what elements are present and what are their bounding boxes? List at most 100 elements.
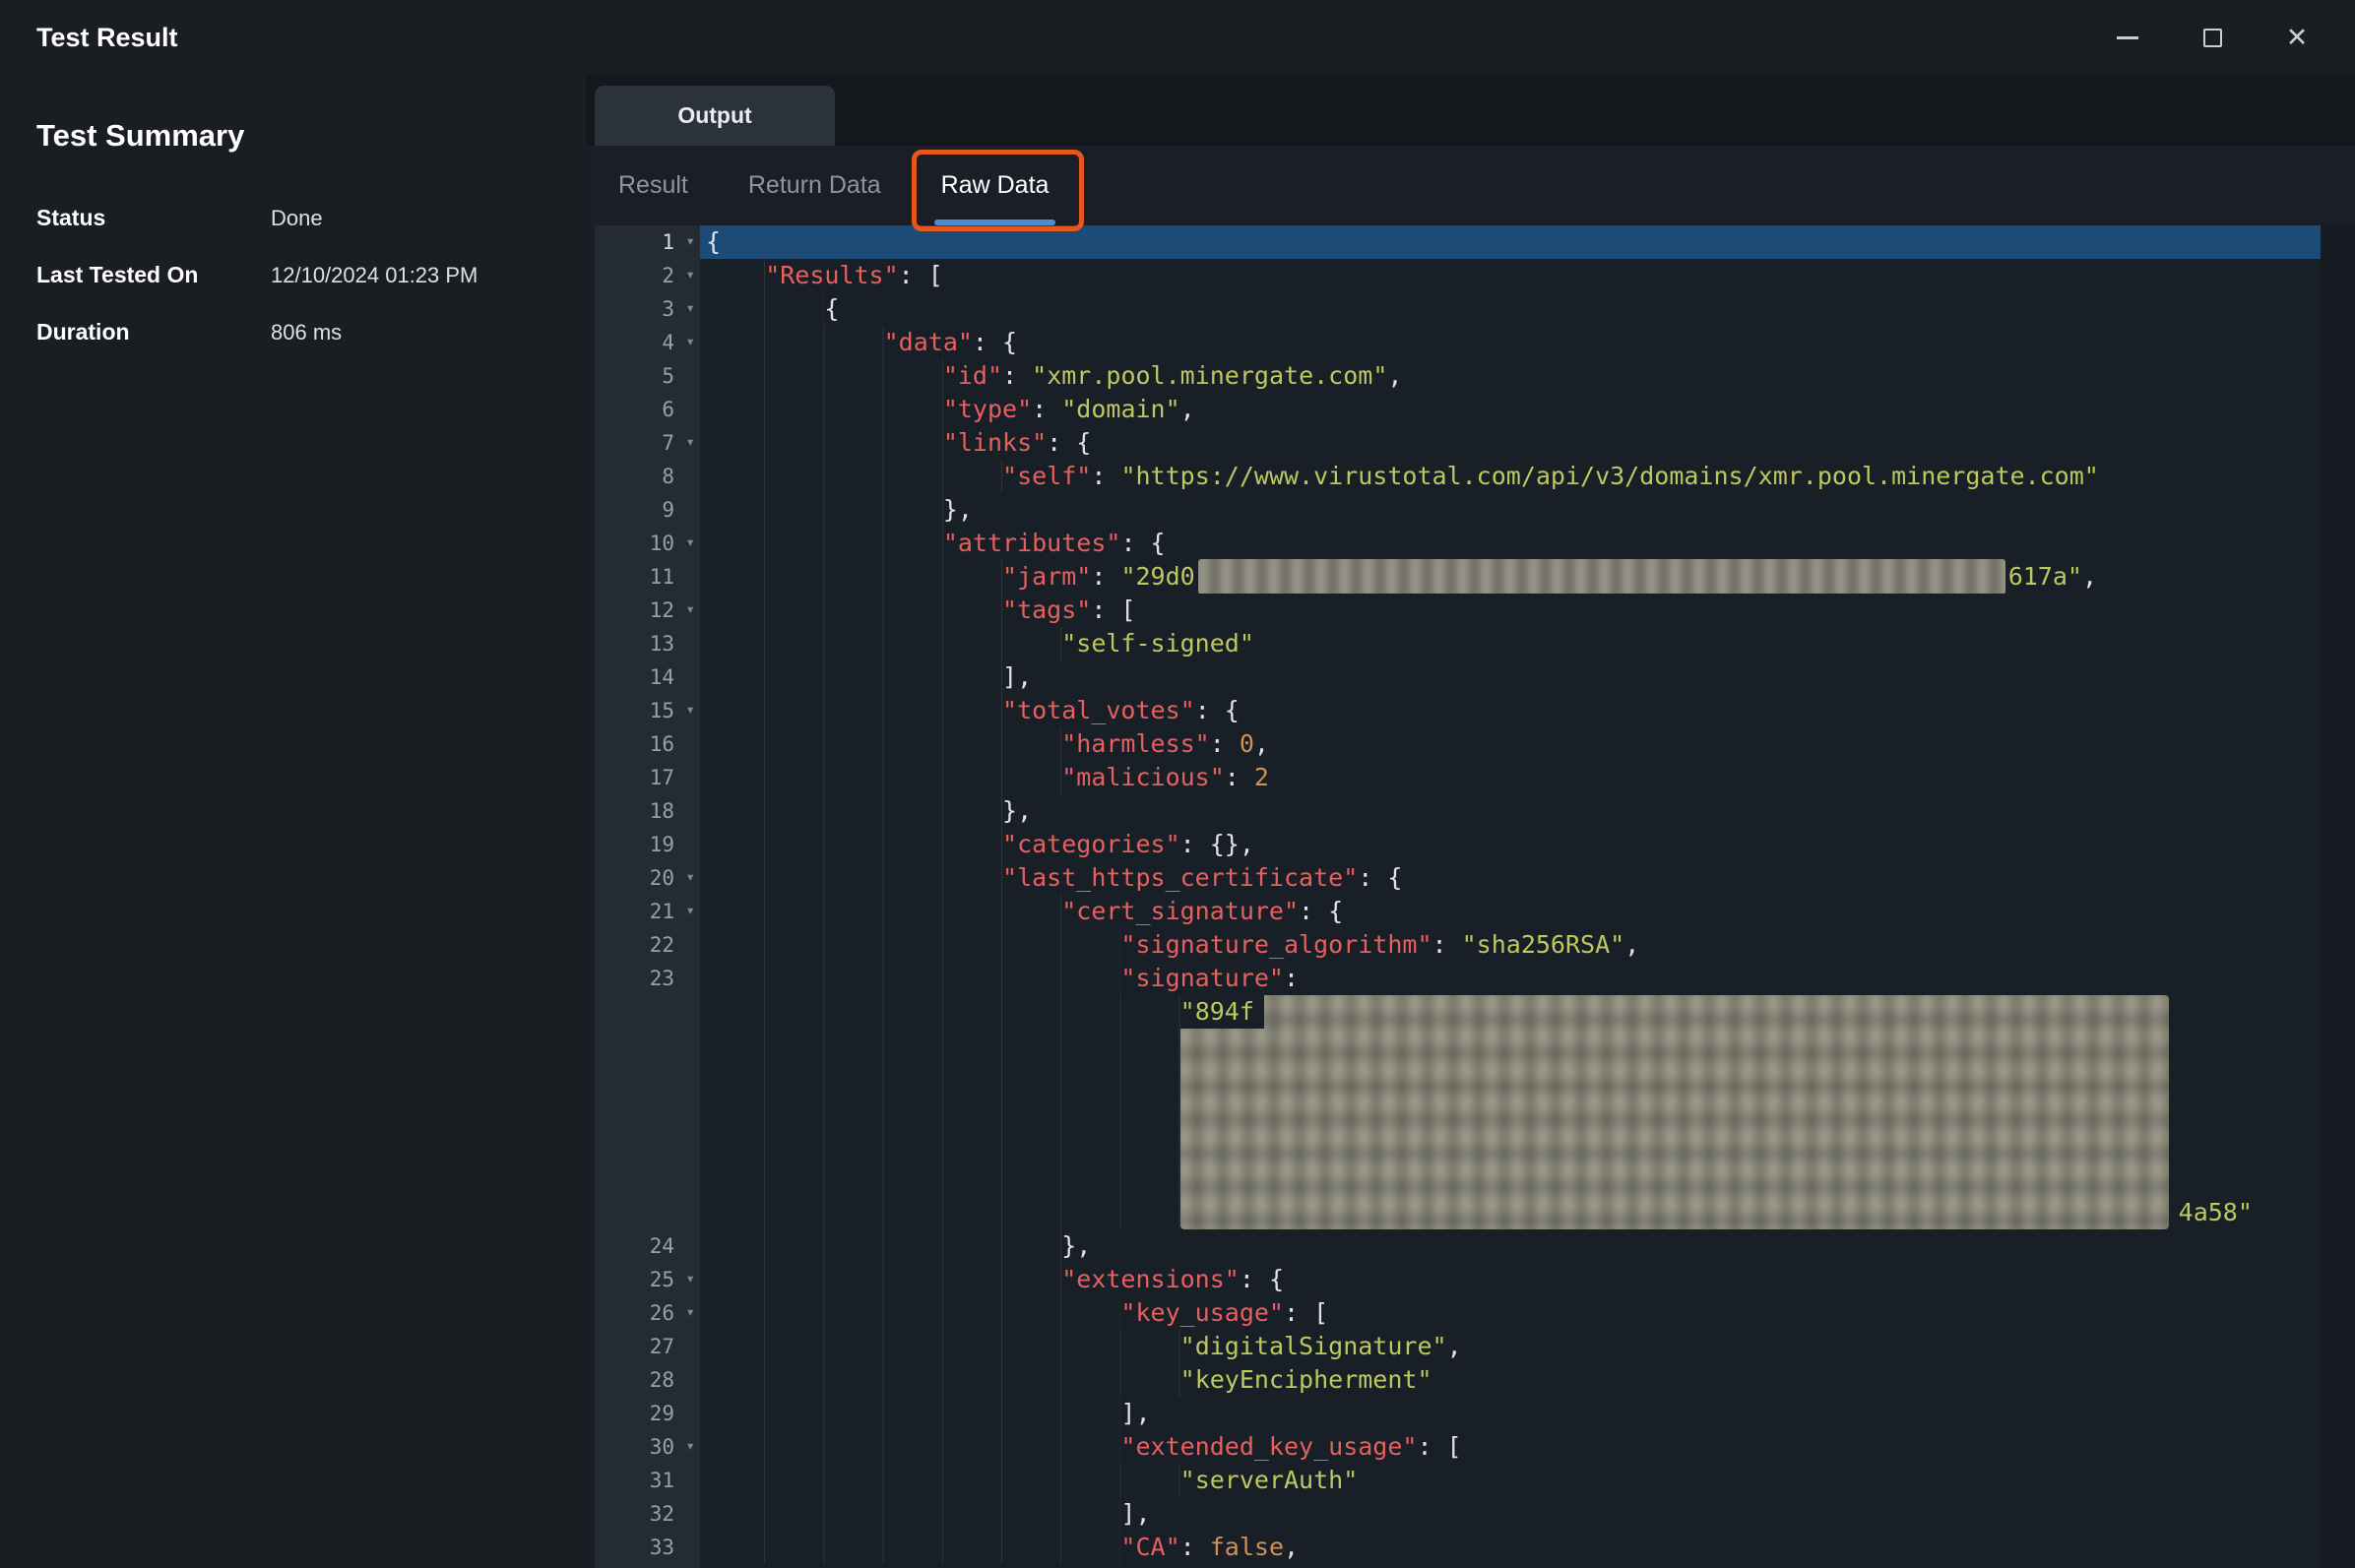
line-number: 16 xyxy=(650,727,674,761)
code-line[interactable]: 9}, xyxy=(595,493,2321,527)
code-line[interactable]: 5"id": "xmr.pool.minergate.com", xyxy=(595,359,2321,393)
subtab-raw-data[interactable]: Raw Data xyxy=(938,146,1052,225)
code-line[interactable]: 20▾"last_https_certificate": { xyxy=(595,861,2321,895)
indent-guides xyxy=(706,1430,1120,1464)
code-content[interactable]: "links": { xyxy=(700,426,2321,460)
subtab-return-data[interactable]: Return Data xyxy=(745,146,884,225)
code-content[interactable]: "categories": {}, xyxy=(700,828,2321,861)
code-line[interactable]: 21▾"cert_signature": { xyxy=(595,895,2321,928)
code-content[interactable]: "894f4a58" xyxy=(700,995,2321,1229)
code-content[interactable]: "digitalSignature", xyxy=(700,1330,2321,1363)
code-line[interactable]: 22"signature_algorithm": "sha256RSA", xyxy=(595,928,2321,962)
code-line[interactable]: 26▾"key_usage": [ xyxy=(595,1296,2321,1330)
code-content[interactable]: "CA": false, xyxy=(700,1531,2321,1564)
token: "key_usage" xyxy=(1120,1298,1284,1327)
token: "29d0 xyxy=(1120,562,1194,591)
code-line[interactable]: 18}, xyxy=(595,794,2321,828)
fold-toggle-icon[interactable]: ▾ xyxy=(685,325,695,358)
code-line[interactable]: 15▾"total_votes": { xyxy=(595,694,2321,727)
gutter-cell xyxy=(595,995,700,1229)
code-line[interactable]: 31"serverAuth" xyxy=(595,1464,2321,1497)
code-content[interactable]: "data": { xyxy=(700,326,2321,359)
code-content[interactable]: "tags": [ xyxy=(700,594,2321,627)
fold-toggle-icon[interactable]: ▾ xyxy=(685,1262,695,1295)
fold-toggle-icon[interactable]: ▾ xyxy=(685,693,695,726)
code-content[interactable]: "serverAuth" xyxy=(700,1464,2321,1497)
subtab-result[interactable]: Result xyxy=(615,146,691,225)
fold-toggle-icon[interactable]: ▾ xyxy=(685,593,695,626)
line-number: 1 xyxy=(662,225,674,259)
code-line[interactable]: 11"jarm": "29d0617a", xyxy=(595,560,2321,594)
code-content[interactable]: "type": "domain", xyxy=(700,393,2321,426)
code-content[interactable]: "id": "xmr.pool.minergate.com", xyxy=(700,359,2321,393)
code-content[interactable]: "key_usage": [ xyxy=(700,1296,2321,1330)
code-line[interactable]: 25▾"extensions": { xyxy=(595,1263,2321,1296)
code-line[interactable]: 16 "harmless": 0, xyxy=(595,727,2321,761)
code-content[interactable]: "extensions": { xyxy=(700,1263,2321,1296)
token: : { xyxy=(1195,696,1240,724)
fold-toggle-icon[interactable]: ▾ xyxy=(685,425,695,459)
maximize-button[interactable] xyxy=(2197,23,2227,52)
code-content[interactable]: ], xyxy=(700,1397,2321,1430)
code-line[interactable]: 32], xyxy=(595,1497,2321,1531)
code-line[interactable]: 14], xyxy=(595,660,2321,694)
token: : [ xyxy=(1417,1432,1461,1461)
code-content[interactable]: "last_https_certificate": { xyxy=(700,861,2321,895)
code-content[interactable]: }, xyxy=(700,1229,2321,1263)
fold-toggle-icon[interactable]: ▾ xyxy=(685,224,695,258)
editor-scrollbar-track[interactable] xyxy=(2321,225,2355,1568)
code-content[interactable]: "keyEncipherment" xyxy=(700,1363,2321,1397)
code-line[interactable]: 10▾"attributes": { xyxy=(595,527,2321,560)
code-line[interactable]: 23"signature": xyxy=(595,962,2321,995)
code-content[interactable]: ], xyxy=(700,1497,2321,1531)
code-line[interactable]: 12▾"tags": [ xyxy=(595,594,2321,627)
fold-toggle-icon[interactable]: ▾ xyxy=(685,860,695,894)
code-content[interactable]: { xyxy=(700,292,2321,326)
fold-toggle-icon[interactable]: ▾ xyxy=(685,291,695,325)
code-content[interactable]: "attributes": { xyxy=(700,527,2321,560)
tab-output[interactable]: Output xyxy=(595,86,835,146)
code-line[interactable]: 30▾"extended_key_usage": [ xyxy=(595,1430,2321,1464)
code-line[interactable]: 13"self-signed" xyxy=(595,627,2321,660)
code-line[interactable]: 27 "digitalSignature", xyxy=(595,1330,2321,1363)
code-line[interactable]: 2▾"Results": [ xyxy=(595,259,2321,292)
code-content[interactable]: "signature_algorithm": "sha256RSA", xyxy=(700,928,2321,962)
code-content[interactable]: "self": "https://www.virustotal.com/api/… xyxy=(700,460,2321,493)
code-line[interactable]: 29], xyxy=(595,1397,2321,1430)
signature-redacted-row: "894f4a58" xyxy=(595,995,2321,1229)
fold-toggle-icon[interactable]: ▾ xyxy=(685,1429,695,1463)
code-content[interactable]: "harmless": 0, xyxy=(700,727,2321,761)
code-content[interactable]: { xyxy=(700,225,2321,259)
code-line[interactable]: 8"self": "https://www.virustotal.com/api… xyxy=(595,460,2321,493)
code-content[interactable]: }, xyxy=(700,794,2321,828)
fold-toggle-icon[interactable]: ▾ xyxy=(685,526,695,559)
fold-toggle-icon[interactable]: ▾ xyxy=(685,894,695,927)
code-line[interactable]: 28"keyEncipherment" xyxy=(595,1363,2321,1397)
code-line[interactable]: 1 ▾{ xyxy=(595,225,2321,259)
line-number: 27 xyxy=(650,1330,674,1363)
code-content[interactable]: "self-signed" xyxy=(700,627,2321,660)
code-content[interactable]: "cert_signature": { xyxy=(700,895,2321,928)
close-button[interactable]: ✕ xyxy=(2282,23,2312,52)
code-line[interactable]: 4▾"data": { xyxy=(595,326,2321,359)
code-content[interactable]: "extended_key_usage": [ xyxy=(700,1430,2321,1464)
code-content[interactable]: ], xyxy=(700,660,2321,694)
code-content[interactable]: "total_votes": { xyxy=(700,694,2321,727)
code-line[interactable]: 7▾"links": { xyxy=(595,426,2321,460)
fold-toggle-icon[interactable]: ▾ xyxy=(685,1295,695,1329)
minimize-button[interactable] xyxy=(2113,23,2142,52)
indent-guides xyxy=(706,627,1061,660)
code-line[interactable]: 3▾{ xyxy=(595,292,2321,326)
code-line[interactable]: 33"CA": false, xyxy=(595,1531,2321,1564)
code-line[interactable]: 17"malicious": 2 xyxy=(595,761,2321,794)
code-content[interactable]: "malicious": 2 xyxy=(700,761,2321,794)
token: { xyxy=(824,294,839,323)
code-content[interactable]: "Results": [ xyxy=(700,259,2321,292)
code-content[interactable]: }, xyxy=(700,493,2321,527)
code-content[interactable]: "jarm": "29d0617a", xyxy=(700,560,2321,594)
code-content[interactable]: "signature": xyxy=(700,962,2321,995)
code-line[interactable]: 19"categories": {}, xyxy=(595,828,2321,861)
fold-toggle-icon[interactable]: ▾ xyxy=(685,258,695,291)
code-line[interactable]: 24}, xyxy=(595,1229,2321,1263)
code-line[interactable]: 6"type": "domain", xyxy=(595,393,2321,426)
